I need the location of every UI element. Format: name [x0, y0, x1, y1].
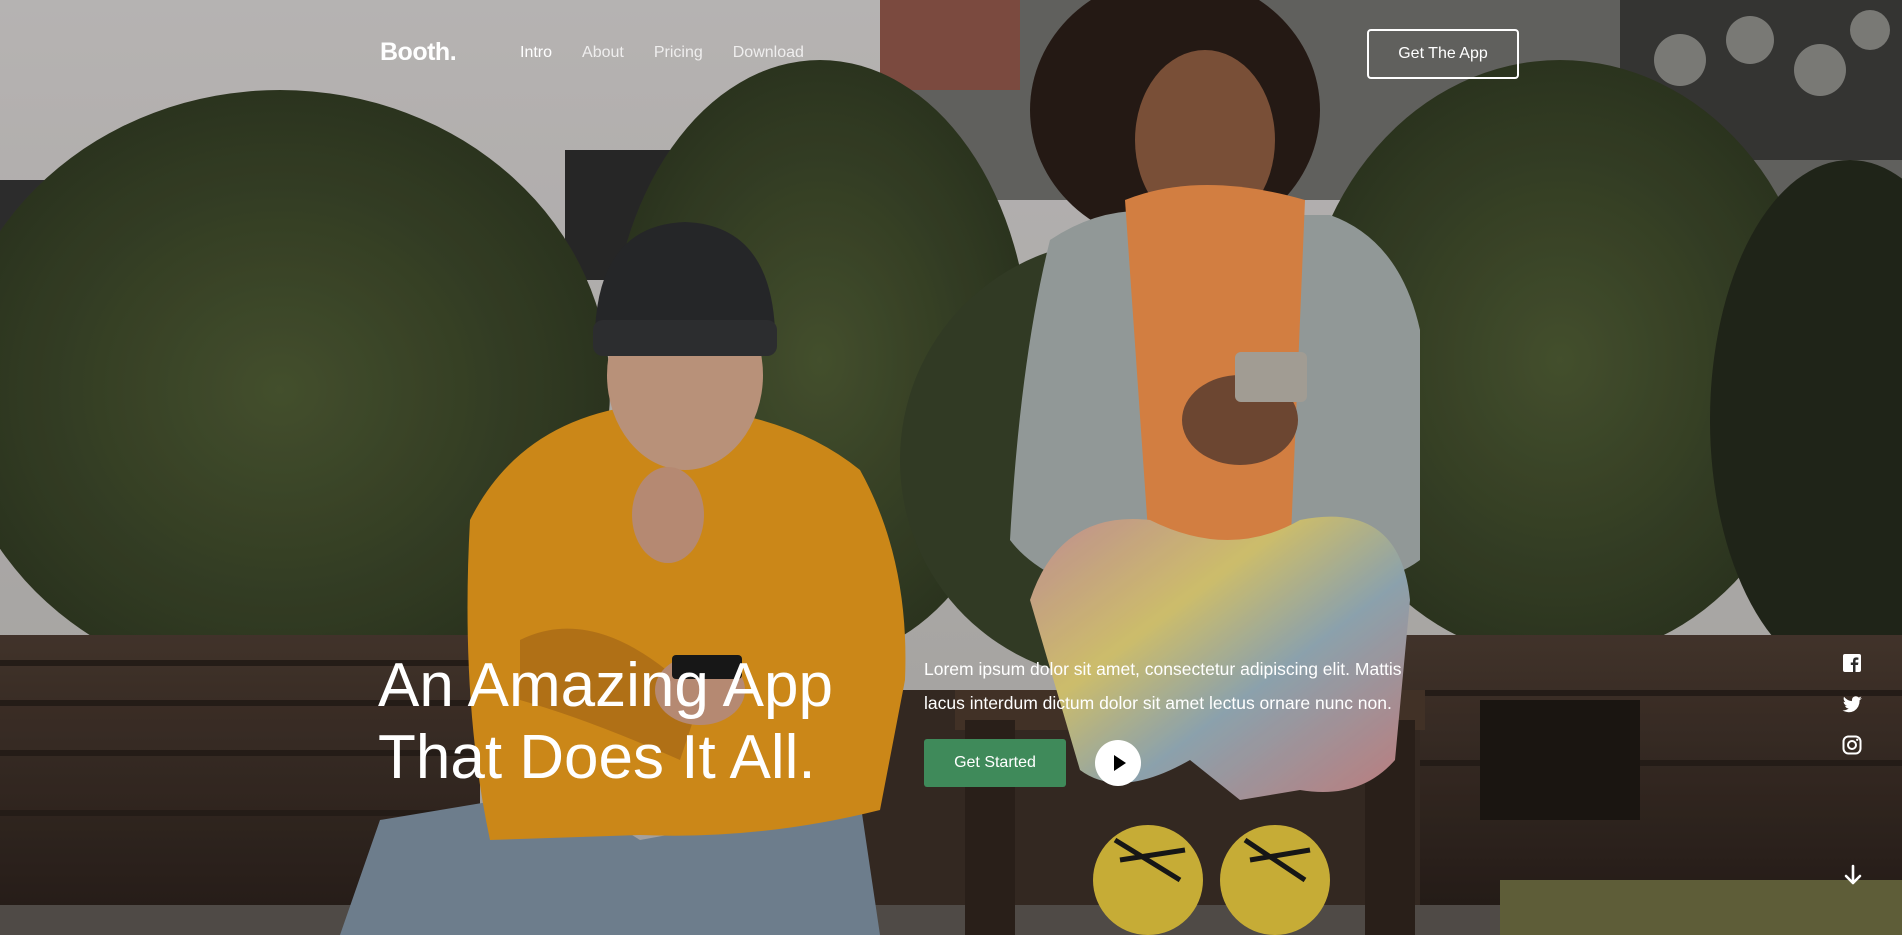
get-started-button[interactable]: Get Started [924, 739, 1066, 787]
hero-headline-line-2: That Does It All. [378, 723, 816, 792]
nav-item-about[interactable]: About [582, 44, 624, 62]
photo-dim-overlay [0, 0, 1902, 935]
hero-description: Lorem ipsum dolor sit amet, consectetur … [924, 652, 1464, 720]
play-video-button[interactable] [1095, 740, 1141, 786]
hero-description-line-1: Lorem ipsum dolor sit amet, consectetur … [924, 659, 1402, 679]
nav-item-download[interactable]: Download [733, 44, 804, 62]
brand-logo[interactable]: Booth. [380, 38, 457, 67]
main-nav: Intro About Pricing Download [520, 44, 804, 62]
site-header: Booth. Intro About Pricing Download Get … [0, 0, 1902, 108]
twitter-icon[interactable] [1841, 693, 1863, 715]
hero-section: Booth. Intro About Pricing Download Get … [0, 0, 1902, 935]
instagram-icon[interactable] [1841, 734, 1863, 756]
get-the-app-button[interactable]: Get The App [1367, 29, 1519, 79]
hero-headline-line-1: An Amazing App [378, 651, 833, 720]
facebook-icon[interactable] [1841, 652, 1863, 674]
nav-item-intro[interactable]: Intro [520, 44, 552, 62]
social-links [1841, 652, 1863, 775]
arrow-down-icon[interactable] [1843, 864, 1863, 886]
nav-item-pricing[interactable]: Pricing [654, 44, 703, 62]
hero-headline: An Amazing App That Does It All. [378, 650, 938, 794]
play-icon [1114, 755, 1126, 771]
hero-description-line-2: lacus interdum dictum dolor sit amet lec… [924, 693, 1392, 713]
